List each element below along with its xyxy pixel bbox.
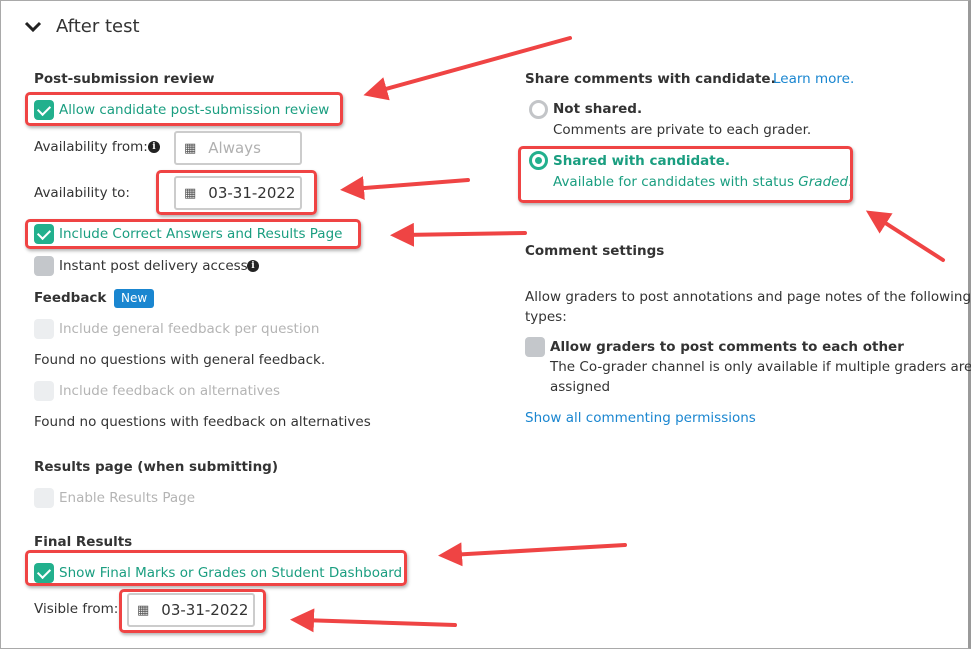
arrow: [290, 608, 457, 633]
arrow: [438, 542, 627, 567]
annotation-arrows: [290, 36, 945, 633]
arrow: [865, 210, 945, 262]
arrow: [340, 176, 470, 201]
arrow: [363, 36, 572, 101]
arrow: [390, 222, 527, 247]
